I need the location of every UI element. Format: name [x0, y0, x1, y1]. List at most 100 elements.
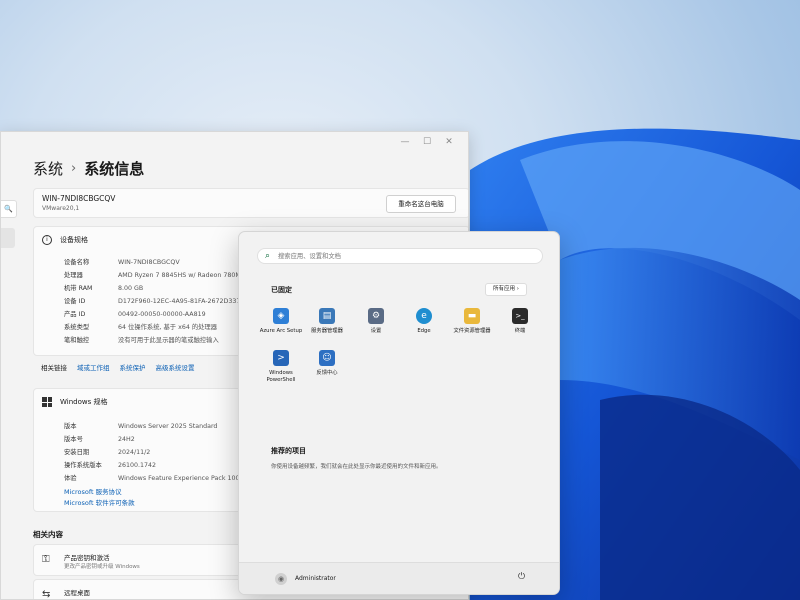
related-section-title: 相关内容: [33, 530, 63, 539]
app-label: 文件资源管理器: [453, 328, 491, 334]
rename-pc-button[interactable]: 重命名这台电脑: [386, 195, 456, 213]
link-ms-services-agreement[interactable]: Microsoft 服务协议: [64, 486, 122, 496]
related-links-row: 相关链接 域或工作组 系统保护 高级系统设置: [41, 362, 195, 372]
spec-key: 设备 ID: [64, 298, 86, 305]
spec-key: 机带 RAM: [64, 285, 93, 292]
terminal-icon: >_: [512, 308, 528, 324]
spec-key: 体验: [64, 475, 77, 482]
spec-key: 处理器: [64, 272, 83, 279]
start-footer: ◉ Administrator ⏻: [239, 562, 559, 594]
spec-value: D172F960-12EC-4A95-81FA-2672D337A: [118, 298, 245, 305]
spec-row: 版本号 24H2: [64, 434, 135, 443]
spec-key: 系统类型: [64, 324, 90, 331]
related-item-title: 远程桌面: [64, 589, 90, 597]
related-links-label: 相关链接: [41, 364, 67, 372]
spec-value: AMD Ryzen 7 8845HS w/ Radeon 780M: [118, 272, 241, 279]
user-avatar-icon[interactable]: ◉: [275, 573, 287, 585]
app-terminal[interactable]: >_ 终端: [495, 308, 545, 335]
app-label: 终端: [514, 328, 526, 334]
related-item-subtitle: 更改产品密钥或升级 Windows: [64, 564, 140, 570]
windows-specs-title: Windows 规格: [60, 398, 108, 406]
search-icon: ⌕: [265, 251, 271, 261]
powershell-icon: >: [273, 350, 289, 366]
app-server-manager[interactable]: ▤ 服务器管理器: [302, 308, 352, 335]
spec-value: Windows Feature Experience Pack 1000.2: [118, 475, 250, 482]
link-domain-workgroup[interactable]: 域或工作组: [77, 362, 110, 372]
spec-key: 操作系统版本: [64, 462, 102, 469]
breadcrumb-separator-icon: ›: [71, 161, 77, 176]
spec-row: 机带 RAM 8.00 GB: [64, 283, 143, 292]
app-label: 服务器管理器: [311, 328, 343, 334]
windows-logo-icon: [42, 397, 52, 407]
spec-key: 安装日期: [64, 449, 90, 456]
device-specs-title: 设备规格: [60, 236, 88, 244]
app-edge[interactable]: e Edge: [399, 308, 449, 335]
spec-value: WIN-7NDI8CBGCQV: [118, 259, 180, 266]
app-label: Azure Arc Setup: [259, 328, 303, 334]
sidebar-search-icon[interactable]: 🔍: [1, 200, 17, 218]
close-button[interactable]: ✕: [438, 134, 460, 150]
spec-row: 操作系统版本 26100.1742: [64, 460, 156, 469]
window-controls: — ☐ ✕: [394, 134, 460, 150]
power-icon[interactable]: ⏻: [518, 572, 525, 582]
breadcrumb: 系统 › 系统信息: [33, 158, 144, 179]
spec-value: 00492-00050-00000-AA819: [118, 311, 206, 318]
user-name[interactable]: Administrator: [295, 575, 336, 582]
spec-value: 8.00 GB: [118, 285, 144, 292]
app-feedback-hub[interactable]: ☺ 反馈中心: [302, 350, 352, 377]
spec-value: 64 位操作系统, 基于 x64 的处理器: [118, 324, 218, 331]
spec-row: 笔和触控 没有可用于此显示器的笔或触控输入: [64, 335, 219, 344]
start-search-input[interactable]: ⌕ 搜索应用、设置和文档: [257, 248, 543, 264]
spec-value: Windows Server 2025 Standard: [118, 423, 218, 430]
all-apps-button[interactable]: 所有应用 ›: [485, 283, 527, 296]
spec-key: 版本号: [64, 436, 83, 443]
remote-desktop-icon: ⇆: [42, 589, 51, 600]
spec-row: 版本 Windows Server 2025 Standard: [64, 421, 217, 430]
pc-model: VMware20,1: [42, 205, 80, 212]
pc-name-card: WIN-7NDI8CBGCQV VMware20,1 重命名这台电脑: [33, 188, 468, 218]
spec-value: 26100.1742: [118, 462, 157, 469]
app-label: 设置: [370, 328, 382, 334]
link-system-protection[interactable]: 系统保护: [120, 362, 146, 372]
spec-key: 产品 ID: [64, 311, 86, 318]
windows-specs-header[interactable]: Windows 规格: [42, 397, 107, 407]
start-menu: ⌕ 搜索应用、设置和文档 已固定 所有应用 › ◈ Azure Arc Setu…: [238, 231, 560, 595]
server-manager-icon: ▤: [319, 308, 335, 324]
spec-value: 24H2: [118, 436, 135, 443]
device-specs-header[interactable]: i 设备规格: [42, 235, 88, 245]
feedback-hub-icon: ☺: [319, 350, 335, 366]
recommended-title: 推荐的项目: [271, 447, 306, 455]
sidebar-item-selected[interactable]: [1, 228, 15, 248]
maximize-button[interactable]: ☐: [416, 134, 438, 150]
search-placeholder: 搜索应用、设置和文档: [278, 253, 341, 260]
pc-name: WIN-7NDI8CBGCQV: [42, 194, 116, 203]
link-ms-license-terms[interactable]: Microsoft 软件许可条款: [64, 497, 135, 507]
spec-row: 体验 Windows Feature Experience Pack 1000.2: [64, 473, 250, 482]
spec-value: 2024/11/2: [118, 449, 151, 456]
app-windows-powershell[interactable]: > Windows PowerShell: [256, 350, 306, 384]
key-icon: ⚿: [42, 554, 50, 565]
app-label: 反馈中心: [316, 370, 338, 376]
edge-icon: e: [416, 308, 432, 324]
link-advanced-system-settings[interactable]: 高级系统设置: [156, 362, 195, 372]
spec-key: 版本: [64, 423, 77, 430]
app-settings[interactable]: ⚙ 设置: [351, 308, 401, 335]
folder-icon: ▬: [464, 308, 480, 324]
app-file-explorer[interactable]: ▬ 文件资源管理器: [447, 308, 497, 335]
spec-row: 产品 ID 00492-00050-00000-AA819: [64, 309, 206, 318]
spec-row: 设备 ID D172F960-12EC-4A95-81FA-2672D337A: [64, 296, 245, 305]
recommended-text: 你使用设备越频繁，我们就会在此处显示你最近使用的文件和新应用。: [271, 464, 442, 470]
spec-row: 处理器 AMD Ryzen 7 8845HS w/ Radeon 780M: [64, 270, 241, 279]
pinned-title: 已固定: [271, 286, 292, 294]
spec-value: 没有可用于此显示器的笔或触控输入: [118, 337, 219, 344]
spec-key: 笔和触控: [64, 337, 90, 344]
app-label: Windows PowerShell: [266, 370, 296, 383]
spec-row: 系统类型 64 位操作系统, 基于 x64 的处理器: [64, 322, 217, 331]
app-label: Edge: [417, 328, 431, 334]
minimize-button[interactable]: —: [394, 134, 416, 150]
page-title: 系统信息: [84, 160, 145, 178]
info-icon: i: [42, 235, 52, 245]
breadcrumb-parent[interactable]: 系统: [33, 158, 63, 179]
app-azure-arc-setup[interactable]: ◈ Azure Arc Setup: [256, 308, 306, 335]
settings-icon: ⚙: [368, 308, 384, 324]
